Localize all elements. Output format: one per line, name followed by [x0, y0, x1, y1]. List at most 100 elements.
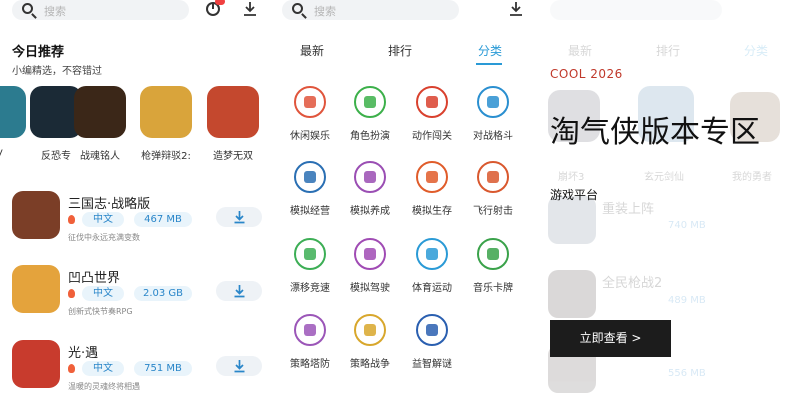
game-name: 三国志·战略版	[68, 197, 151, 212]
language-tag: 中文	[82, 286, 124, 301]
ghost-tab: 排行	[656, 44, 681, 58]
category-label: 益智解谜	[412, 359, 452, 370]
search-placeholder: 搜索	[314, 5, 336, 18]
category-icon	[416, 314, 448, 346]
ghost-game-size: 489 MB	[668, 295, 706, 306]
recommended-game[interactable]: 造梦无双	[207, 86, 259, 162]
language-tag: 中文	[82, 212, 124, 227]
category-label: 漂移竞速	[290, 283, 330, 294]
download-manager-icon[interactable]	[508, 1, 524, 17]
language-tag: 中文	[82, 361, 124, 376]
ghost-game-size: 556 MB	[668, 368, 706, 379]
game-icon	[74, 86, 126, 138]
game-row[interactable]: 光·遇 中文 751 MB 温暖的灵魂终将相遇	[12, 340, 262, 396]
category-label: 音乐卡牌	[473, 283, 513, 294]
category-label: 模拟生存	[412, 206, 452, 217]
category-icon	[354, 161, 386, 193]
size-tag: 467 MB	[134, 212, 192, 227]
hot-icon	[68, 364, 75, 373]
category-glyph	[364, 96, 376, 108]
recommended-game[interactable]: 战魂铭人	[74, 86, 126, 162]
category-item[interactable]: 音乐卡牌	[463, 238, 523, 294]
category-icon	[416, 161, 448, 193]
search-icon	[292, 3, 303, 14]
category-glyph	[426, 248, 438, 260]
top-bar: 搜索	[270, 0, 540, 22]
category-item[interactable]: 休闲娱乐	[280, 86, 340, 142]
top-bar: 搜索	[0, 0, 270, 22]
category-item[interactable]: 角色扮演	[340, 86, 400, 142]
hot-icon	[68, 289, 75, 298]
category-glyph	[487, 248, 499, 260]
category-label: 飞行射击	[473, 206, 513, 217]
search-input[interactable]: 搜索	[282, 0, 459, 20]
category-glyph	[304, 96, 316, 108]
view-now-button[interactable]: 立即查看 >	[550, 320, 671, 357]
category-glyph	[304, 171, 316, 183]
category-item[interactable]: 飞行射击	[463, 161, 523, 217]
download-icon	[234, 211, 245, 224]
category-glyph	[304, 324, 316, 336]
search-input[interactable]: 搜索	[12, 0, 189, 20]
download-button[interactable]	[216, 281, 262, 301]
category-item[interactable]: 体育运动	[402, 238, 462, 294]
recommended-game[interactable]: 枪弹辩驳2:	[140, 86, 192, 162]
category-item[interactable]: 漂移竞速	[280, 238, 340, 294]
category-icon	[477, 161, 509, 193]
tab-ranking[interactable]: 排行	[388, 42, 412, 59]
hero-subtitle: 游戏平台	[550, 188, 599, 202]
download-manager-icon[interactable]	[242, 1, 258, 17]
category-glyph	[426, 171, 438, 183]
category-label: 休闲娱乐	[290, 131, 330, 142]
category-icon	[354, 86, 386, 118]
game-description: 温暖的灵魂终将相遇	[68, 382, 140, 391]
category-item[interactable]: 对战格斗	[463, 86, 523, 142]
size-tag: 751 MB	[134, 361, 192, 376]
category-glyph	[487, 96, 499, 108]
search-placeholder: 搜索	[44, 5, 66, 18]
category-item[interactable]: 策略塔防	[280, 314, 340, 370]
category-item[interactable]: 模拟经营	[280, 161, 340, 217]
download-button[interactable]	[216, 207, 262, 227]
game-description: 创新式快节奏RPG	[68, 307, 133, 316]
category-item[interactable]: 策略战争	[340, 314, 400, 370]
category-icon	[477, 238, 509, 270]
game-name: 光·遇	[68, 346, 99, 361]
category-glyph	[487, 171, 499, 183]
category-item[interactable]: 益智解谜	[402, 314, 462, 370]
category-item[interactable]: 动作闯关	[402, 86, 462, 142]
game-icon	[12, 265, 60, 313]
game-icon	[0, 86, 26, 138]
category-label: 模拟经营	[290, 206, 330, 217]
ghost-item: 崩坏3	[558, 172, 585, 183]
download-button[interactable]	[216, 356, 262, 376]
tab-latest[interactable]: 最新	[300, 42, 324, 59]
game-row[interactable]: 三国志·战略版 中文 467 MB 征伐中永远充满变数	[12, 191, 262, 247]
category-label: 对战格斗	[473, 131, 513, 142]
game-icon	[207, 86, 259, 138]
category-glyph	[364, 248, 376, 260]
category-item[interactable]: 模拟驾驶	[340, 238, 400, 294]
game-label: 战魂铭人	[80, 151, 120, 162]
game-row[interactable]: 凹凸世界 中文 2.03 GB 创新式快节奏RPG	[12, 265, 262, 321]
category-icon	[477, 86, 509, 118]
category-label: 模拟驾驶	[350, 283, 390, 294]
category-label: 体育运动	[412, 283, 452, 294]
ghost-tab: 最新	[568, 44, 593, 58]
category-glyph	[304, 248, 316, 260]
category-label: 模拟养成	[350, 206, 390, 217]
category-label: 策略战争	[350, 359, 390, 370]
recommended-game[interactable]: y	[0, 86, 26, 158]
game-name: 凹凸世界	[68, 271, 121, 286]
category-item[interactable]: 模拟养成	[340, 161, 400, 217]
category-glyph	[364, 171, 376, 183]
category-glyph	[364, 324, 376, 336]
tab-category[interactable]: 分类	[478, 42, 502, 59]
game-description: 征伐中永远充满变数	[68, 233, 140, 242]
category-item[interactable]: 模拟生存	[402, 161, 462, 217]
category-icon	[416, 238, 448, 270]
ghost-game-size: 740 MB	[668, 220, 706, 231]
category-label: 角色扮演	[350, 131, 390, 142]
category-label: 策略塔防	[290, 359, 330, 370]
category-glyph	[426, 324, 438, 336]
